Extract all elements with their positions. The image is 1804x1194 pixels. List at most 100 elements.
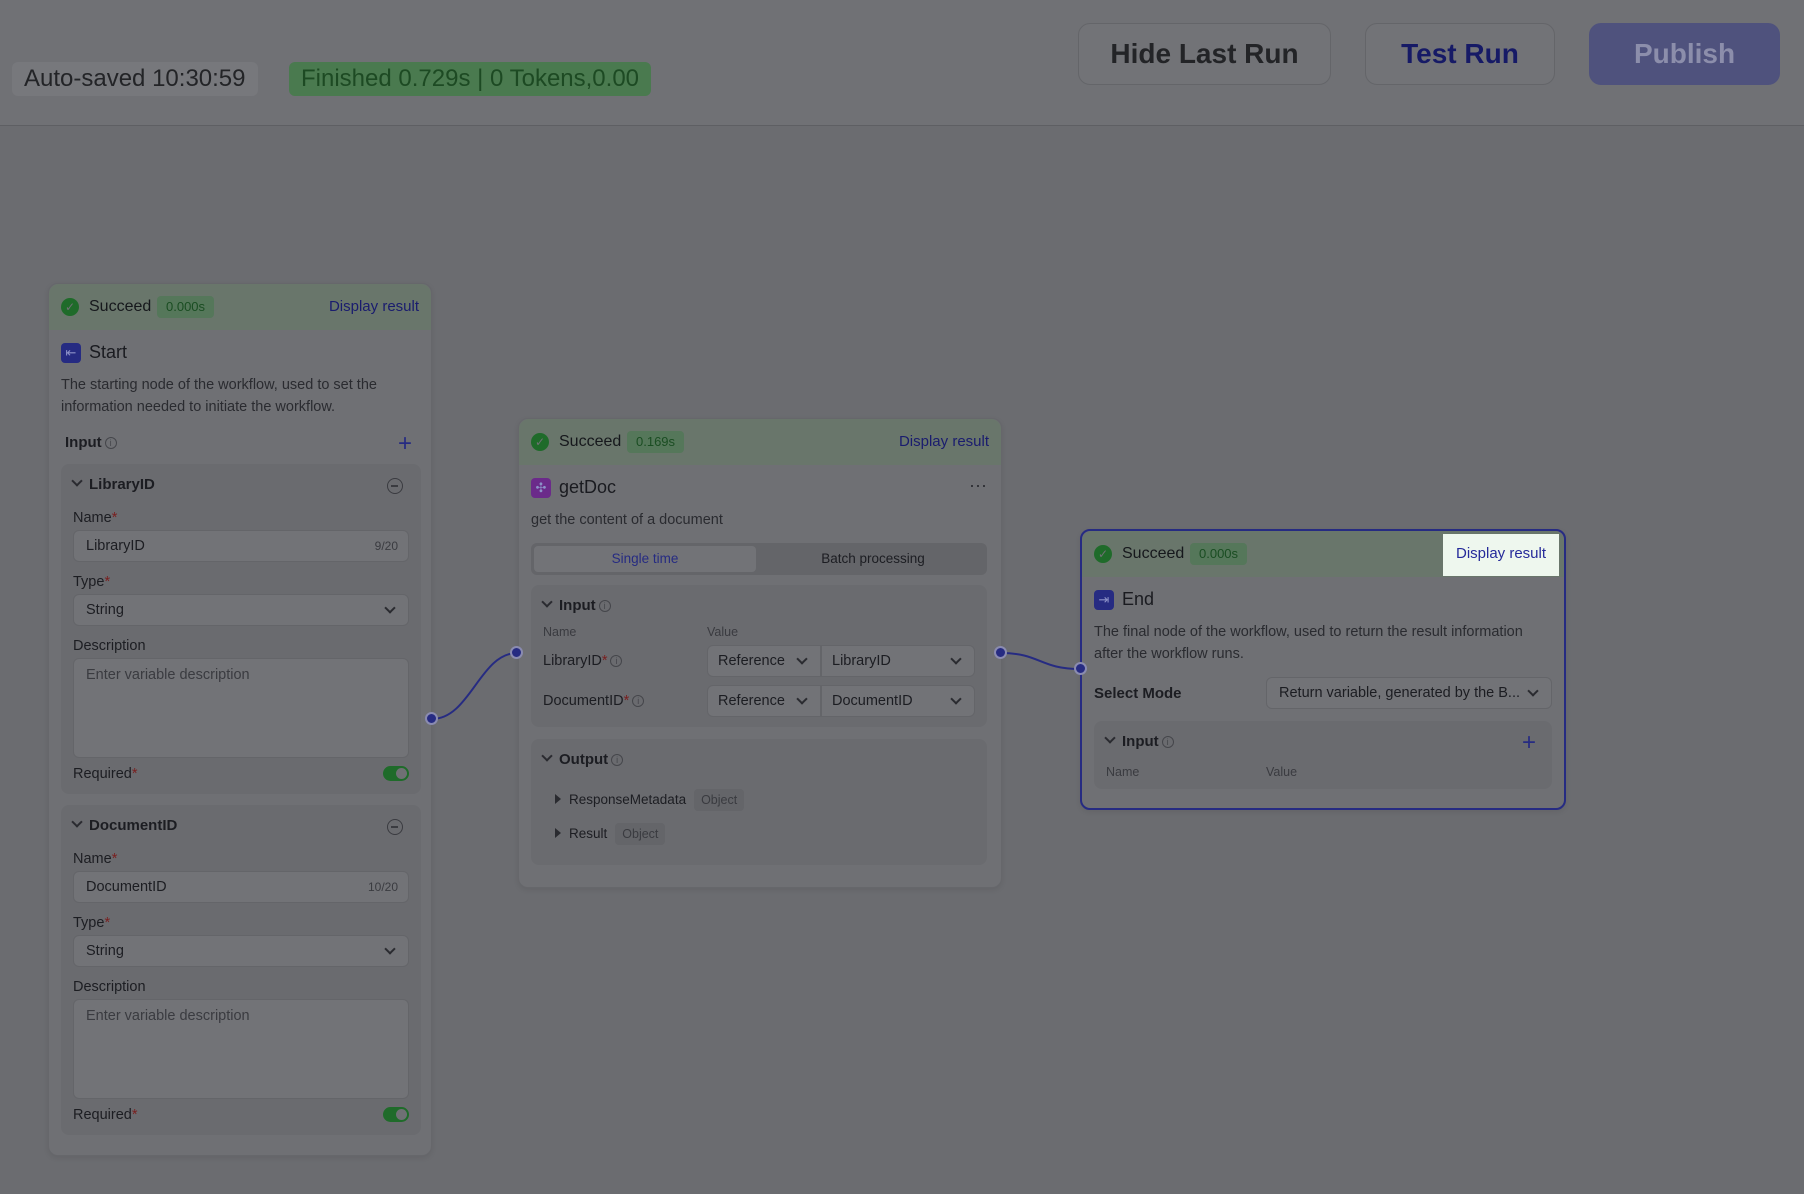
start-node-status-bar: ✓ Succeed 0.000s Display result [49, 284, 431, 330]
info-icon: i [1161, 736, 1174, 748]
check-circle-icon: ✓ [61, 298, 79, 316]
variable-header[interactable]: LibraryID [71, 475, 155, 493]
char-counter: 9/20 [374, 539, 398, 553]
name-label: Name* [73, 851, 118, 867]
reference-mode-select[interactable]: Reference [707, 645, 821, 677]
remove-variable-icon[interactable] [387, 819, 403, 835]
type-select[interactable]: String [73, 935, 409, 967]
column-value: Value [707, 625, 739, 639]
node-status: Succeed [559, 433, 622, 450]
tab-single-time[interactable]: Single time [534, 546, 756, 572]
column-value: Value [1266, 765, 1298, 779]
check-circle-icon: ✓ [1094, 545, 1112, 563]
start-node-icon: ⇤ [61, 343, 81, 363]
processing-tabs: Single time Batch processing [531, 543, 987, 575]
variable-block-libraryid: LibraryID Name* LibraryID 9/20 Type* Stri… [61, 464, 421, 794]
getdoc-node-status-bar: ✓ Succeed 0.169s Display result [519, 419, 1001, 465]
reference-value-select[interactable]: DocumentID [821, 685, 975, 717]
add-input-plus-icon[interactable]: + [398, 432, 412, 456]
input-section-label[interactable]: Input i [1104, 732, 1174, 750]
reference-value-select[interactable]: LibraryID [821, 645, 975, 677]
output-row[interactable]: ResponseMetadata Object [555, 789, 745, 811]
required-label: Required* [73, 1107, 138, 1123]
end-display-result-link[interactable]: Display result [1443, 534, 1559, 576]
more-options-icon[interactable]: ··· [969, 475, 987, 496]
name-field[interactable]: DocumentID 10/20 [73, 871, 409, 903]
output-section-label[interactable]: Output i [541, 750, 624, 768]
type-label: Type* [73, 915, 111, 931]
name-label: Name* [73, 510, 118, 526]
node-description: get the content of a document [531, 512, 723, 528]
info-icon: i [104, 437, 117, 449]
display-result-link[interactable]: Display result [329, 298, 419, 315]
description-label: Description [73, 979, 146, 995]
info-icon: i [611, 754, 624, 766]
node-time-badge: 0.000s [157, 296, 215, 318]
node-time-badge: 0.169s [627, 431, 685, 453]
node-description: The starting node of the workflow, used … [61, 377, 377, 415]
output-section: Output i ResponseMetadata Object Result Obj… [531, 739, 987, 865]
output-row[interactable]: Result Object [555, 823, 666, 845]
chevron-down-icon [1104, 732, 1116, 744]
description-textarea[interactable]: Enter variable description [73, 658, 409, 758]
getdoc-input-port[interactable] [510, 646, 523, 659]
tab-batch-processing[interactable]: Batch processing [762, 546, 984, 572]
remove-variable-icon[interactable] [387, 478, 403, 494]
type-label: Type* [73, 574, 111, 590]
chevron-down-icon [950, 653, 962, 665]
required-toggle[interactable] [383, 766, 409, 781]
type-badge: Object [694, 789, 745, 811]
node-status: Succeed [1122, 545, 1185, 562]
input-section-label: Input i [65, 434, 117, 451]
chevron-down-icon [541, 750, 553, 762]
name-field[interactable]: LibraryID 9/20 [73, 530, 409, 562]
variable-block-documentid: DocumentID Name* DocumentID 10/20 Type* S… [61, 805, 421, 1135]
start-output-port[interactable] [425, 712, 438, 725]
info-icon: i [610, 655, 623, 667]
column-name: Name [1106, 765, 1140, 779]
column-name: Name [543, 625, 577, 639]
connector-start-getdoc [431, 652, 518, 720]
input-name-documentid: DocumentID* i [543, 693, 645, 709]
chevron-down-icon [796, 653, 808, 665]
node-status: Succeed [89, 298, 152, 315]
node-title: Start [89, 342, 128, 362]
node-time-badge: 0.000s [1190, 543, 1248, 565]
char-counter: 10/20 [367, 880, 398, 894]
end-input-port[interactable] [1074, 662, 1087, 675]
type-select[interactable]: String [73, 594, 409, 626]
getdoc-output-port[interactable] [994, 646, 1007, 659]
chevron-down-icon [384, 943, 396, 955]
getdoc-node[interactable]: ✓ Succeed 0.169s Display result ✣ getDoc… [518, 418, 1002, 888]
chevron-down-icon [71, 475, 83, 487]
input-section: Input i Name Value LibraryID* i Reference … [531, 585, 987, 727]
display-result-link[interactable]: Display result [899, 433, 989, 450]
start-node[interactable]: ✓ Succeed 0.000s Display result ⇤ Start … [48, 283, 432, 1156]
select-mode-label: Select Mode [1094, 685, 1182, 702]
description-textarea[interactable]: Enter variable description [73, 999, 409, 1099]
node-title: getDoc [559, 477, 617, 497]
caret-right-icon [555, 794, 561, 804]
reference-mode-select[interactable]: Reference [707, 685, 821, 717]
select-mode-dropdown[interactable]: Return variable, generated by the B... [1266, 677, 1552, 709]
add-input-plus-icon[interactable]: + [1522, 731, 1536, 755]
info-icon: i [598, 600, 611, 612]
connector-getdoc-end [1000, 652, 1081, 670]
input-section-label[interactable]: Input i [541, 596, 611, 614]
required-toggle[interactable] [383, 1107, 409, 1122]
input-name-libraryid: LibraryID* i [543, 653, 623, 669]
chevron-down-icon [384, 602, 396, 614]
chevron-down-icon [796, 693, 808, 705]
end-node-icon: ⇥ [1094, 590, 1114, 610]
chevron-down-icon [71, 816, 83, 828]
chevron-down-icon [950, 693, 962, 705]
node-description: The final node of the workflow, used to … [1094, 624, 1523, 662]
plugin-icon: ✣ [531, 478, 551, 498]
chevron-down-icon [1527, 685, 1539, 697]
description-label: Description [73, 638, 146, 654]
variable-header[interactable]: DocumentID [71, 816, 177, 834]
input-section: Input i + Name Value [1094, 721, 1552, 789]
node-title: End [1122, 589, 1155, 609]
info-icon: i [632, 695, 645, 707]
required-label: Required* [73, 766, 138, 782]
